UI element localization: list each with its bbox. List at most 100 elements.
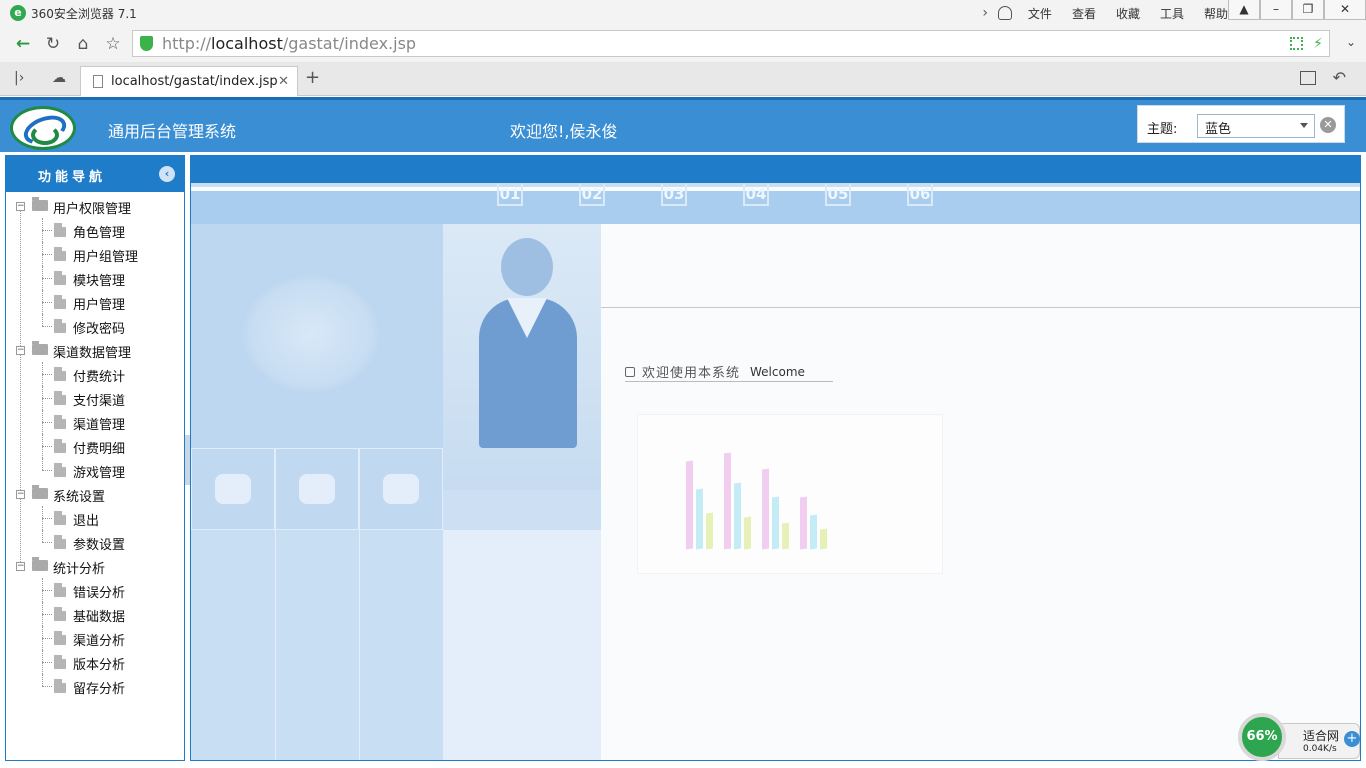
tree-item-label: 退出 (73, 514, 100, 529)
tree-item-retention-analysis[interactable]: 留存分析 (6, 674, 184, 698)
user-icon[interactable] (997, 6, 1012, 20)
tree-item-label: 付费统计 (73, 370, 126, 385)
tree-item-channel-analysis[interactable]: 渠道分析 (6, 626, 184, 650)
tree-item-label: 角色管理 (73, 226, 126, 241)
url-host: localhost (211, 34, 283, 53)
tree-item-module[interactable]: 模块管理 (6, 266, 184, 290)
browser-title-bar: e 360安全浏览器 7.1 › 文件 查看 收藏 工具 帮助 ▲ – ❐ ✕ (0, 0, 1366, 26)
banner-number: 02 (579, 184, 605, 206)
address-input[interactable]: http://localhost/gastat/index.jsp ⚡ (132, 30, 1330, 57)
tab-index[interactable]: localhost/gastat/index.jsp ✕ (80, 66, 298, 96)
tree-item-basic-data[interactable]: 基础数据 (6, 602, 184, 626)
file-icon (54, 655, 66, 669)
collapse-toggle-icon[interactable]: − (16, 490, 25, 499)
expand-plus-icon[interactable]: + (1344, 731, 1360, 747)
close-window-button[interactable]: ✕ (1324, 0, 1366, 20)
file-icon (54, 271, 66, 285)
tree-item-payment-stats[interactable]: 付费统计 (6, 362, 184, 386)
company-logo (10, 106, 76, 150)
tree-item-user[interactable]: 用户管理 (6, 290, 184, 314)
file-icon (54, 463, 66, 477)
tree-item-change-password[interactable]: 修改密码 (6, 314, 184, 338)
folder-icon (32, 485, 48, 499)
tree-item-label: 修改密码 (73, 322, 126, 337)
browser-logo-icon: e (10, 5, 26, 21)
file-icon (54, 607, 66, 621)
tree-item-pay-channel[interactable]: 支付渠道 (6, 386, 184, 410)
qr-code-icon[interactable] (1290, 37, 1303, 50)
tree-group-label: 统计分析 (53, 562, 106, 577)
clear-icon[interactable]: ✕ (1320, 117, 1336, 133)
chevron-right-icon[interactable]: › (978, 5, 992, 21)
menu-file[interactable]: 文件 (1018, 5, 1062, 22)
minimize-button[interactable]: – (1260, 0, 1292, 20)
url-path: /gastat/index.jsp (282, 34, 417, 53)
tree-item-label: 基础数据 (73, 610, 126, 625)
decorative-panel (191, 224, 443, 760)
address-dropdown-icon[interactable]: ⌄ (1346, 35, 1356, 49)
theme-select[interactable]: 蓝色 (1197, 114, 1315, 138)
tree-item-error-analysis[interactable]: 错误分析 (6, 578, 184, 602)
tree-group-statistics[interactable]: − 统计分析 (6, 554, 184, 578)
file-icon (54, 391, 66, 405)
tree-item-parameters[interactable]: 参数设置 (6, 530, 184, 554)
tree-item-label: 游戏管理 (73, 466, 126, 481)
file-icon (54, 511, 66, 525)
document-icon (93, 75, 103, 88)
banner-number: 05 (825, 184, 851, 206)
close-tab-icon[interactable]: ✕ (278, 74, 289, 89)
cloud-icon[interactable]: ☁ (52, 70, 66, 86)
address-toolbar: ← ↻ ⌂ ☆ http://localhost/gastat/index.js… (0, 26, 1366, 62)
mouse-icon (383, 474, 419, 504)
tree-item-channel-manage[interactable]: 渠道管理 (6, 410, 184, 434)
tree-item-logout[interactable]: 退出 (6, 506, 184, 530)
file-icon (54, 583, 66, 597)
maximize-button[interactable]: ❐ (1292, 0, 1324, 20)
undo-close-icon[interactable]: ↶ (1333, 68, 1346, 87)
lightning-icon[interactable]: ⚡ (1313, 36, 1323, 52)
tree-group-channel-data[interactable]: − 渠道数据管理 (6, 338, 184, 362)
tab-bar: |› ☁ localhost/gastat/index.jsp ✕ + ↶ (0, 62, 1366, 96)
tree-group-user-permission[interactable]: − 用户权限管理 (6, 194, 184, 218)
menu-tools[interactable]: 工具 (1150, 5, 1194, 22)
menu-view[interactable]: 查看 (1062, 5, 1106, 22)
folder-icon (32, 197, 48, 211)
file-icon (54, 319, 66, 333)
refresh-button[interactable]: ↻ (38, 29, 68, 59)
tree-group-system-settings[interactable]: − 系统设置 (6, 482, 184, 506)
banner-number: 01 (497, 184, 523, 206)
bookmark-star-icon[interactable]: ☆ (98, 29, 128, 59)
collapse-toggle-icon[interactable]: − (16, 346, 25, 355)
back-button[interactable]: ← (8, 29, 38, 59)
speed-widget[interactable]: 适合网 0.04K/s 66% + (1238, 713, 1362, 763)
collapse-toggle-icon[interactable]: − (16, 202, 25, 211)
sidebar-toggle-icon[interactable]: |› (14, 70, 24, 86)
tab-list-icon[interactable] (1300, 71, 1316, 85)
window-controls: ▲ – ❐ ✕ (1228, 0, 1366, 20)
browser-menu-bar: › 文件 查看 收藏 工具 帮助 (978, 0, 1238, 26)
menu-favorites[interactable]: 收藏 (1106, 5, 1150, 22)
device-icons-row (191, 448, 443, 530)
browser-title: 360安全浏览器 7.1 (31, 6, 137, 21)
faded-chart-image (637, 414, 943, 574)
woman-photo (443, 224, 601, 530)
leaf-graphic (191, 224, 443, 448)
collapse-toggle-icon[interactable]: − (16, 562, 25, 571)
file-icon (54, 679, 66, 693)
app-header: 通用后台管理系统 欢迎您!,侯永俊 主题: 蓝色 ✕ (0, 97, 1366, 152)
home-button[interactable]: ⌂ (68, 29, 98, 59)
tree-item-role[interactable]: 角色管理 (6, 218, 184, 242)
shirt-skin-icon[interactable]: ▲ (1228, 0, 1260, 20)
tree-item-game-manage[interactable]: 游戏管理 (6, 458, 184, 482)
phone-icon (215, 474, 251, 504)
monitor-icon (299, 474, 335, 504)
tree-item-label: 用户管理 (73, 298, 126, 313)
welcome-cn: 欢迎使用本系统 (642, 366, 741, 381)
tree-item-user-group[interactable]: 用户组管理 (6, 242, 184, 266)
tree-item-label: 支付渠道 (73, 394, 126, 409)
tree-item-version-analysis[interactable]: 版本分析 (6, 650, 184, 674)
decorative-block (443, 530, 601, 760)
tree-item-payment-detail[interactable]: 付费明细 (6, 434, 184, 458)
new-tab-button[interactable]: + (305, 67, 320, 88)
collapse-left-icon[interactable]: ‹ (159, 166, 175, 182)
